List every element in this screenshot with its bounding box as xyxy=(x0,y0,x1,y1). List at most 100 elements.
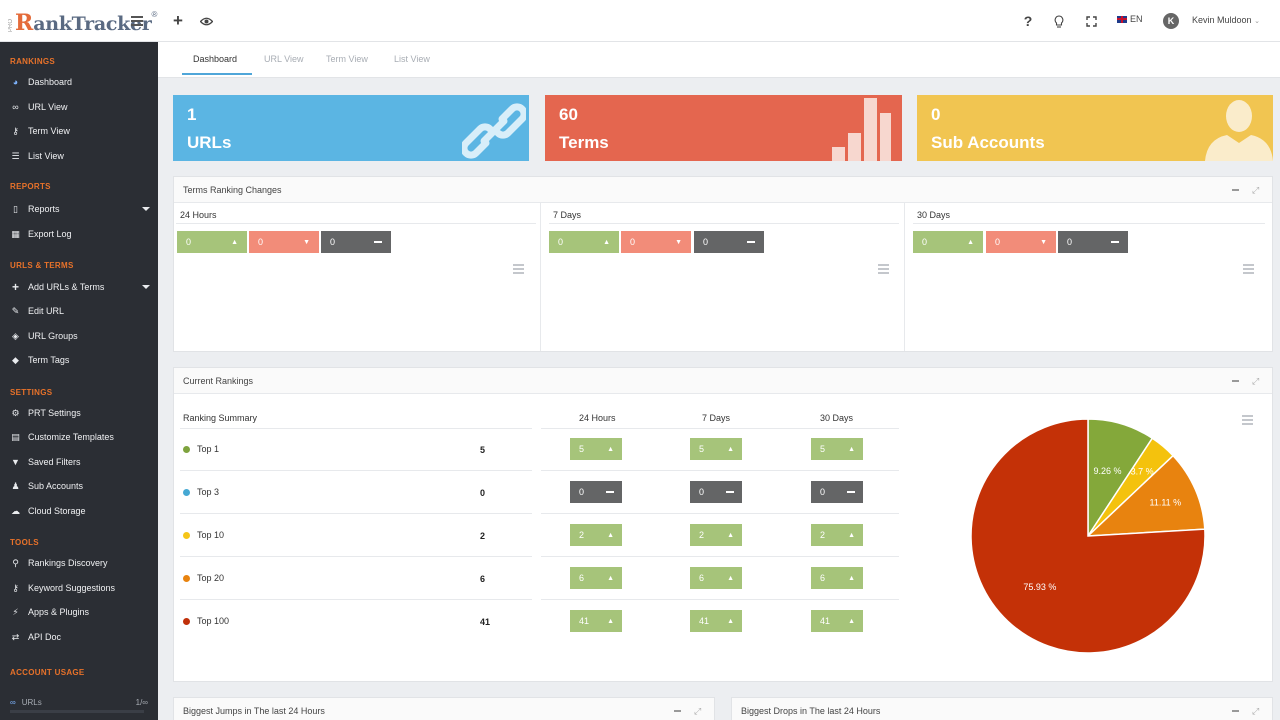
dash-icon xyxy=(847,481,855,503)
tier-d7-value: 0 xyxy=(699,487,705,497)
ranking-tier: Top 3 xyxy=(183,487,219,497)
sidebar-item-term-tags[interactable]: ◆ Term Tags xyxy=(0,350,158,370)
eye-icon[interactable] xyxy=(196,11,216,31)
arrow-up-icon: ▲ xyxy=(607,574,614,582)
ranking-down-button[interactable]: 0 ▼ xyxy=(621,231,691,253)
menu-icon[interactable] xyxy=(1243,264,1254,276)
tier-h24-value: 41 xyxy=(579,616,590,626)
minimize-icon[interactable] xyxy=(1232,189,1239,191)
arrow-up-icon: ▲ xyxy=(607,617,614,625)
sidebar-item-edit-url[interactable]: ✎ Edit URL xyxy=(0,301,158,321)
ranking-same-button[interactable]: 0 xyxy=(321,231,391,253)
ranking-down-button[interactable]: 0 ▼ xyxy=(986,231,1056,253)
ranking-same-button[interactable]: 0 xyxy=(694,231,764,253)
expand-icon[interactable]: ⤢ xyxy=(1252,706,1259,717)
tier-d30-button[interactable]: 41 ▲ xyxy=(811,610,863,632)
stat-card-sub-accounts[interactable]: 0 Sub Accounts xyxy=(917,95,1273,161)
user-name: Kevin Muldoon xyxy=(1192,15,1252,25)
sidebar-item-label: Term View xyxy=(28,126,70,136)
menu-icon[interactable] xyxy=(878,264,889,276)
sidebar-item-dashboard[interactable]: ◕ Dashboard xyxy=(0,72,158,92)
tier-d7-button[interactable]: 5 ▲ xyxy=(690,438,742,460)
hamburger-icon[interactable] xyxy=(127,11,147,31)
tier-d7-button[interactable]: 2 ▲ xyxy=(690,524,742,546)
sidebar-item-saved-filters[interactable]: ▼ Saved Filters xyxy=(0,452,158,472)
sidebar-item-url-view[interactable]: ∞ URL View xyxy=(0,97,158,117)
ranking-same-button[interactable]: 0 xyxy=(1058,231,1128,253)
tier-d7-button[interactable]: 0 xyxy=(690,481,742,503)
ranking-up-button[interactable]: 0 ▲ xyxy=(913,231,983,253)
tier-h24-button[interactable]: 0 xyxy=(570,481,622,503)
tier-d30-button[interactable]: 2 ▲ xyxy=(811,524,863,546)
tier-h24-button[interactable]: 5 ▲ xyxy=(570,438,622,460)
expand-icon[interactable]: ⤢ xyxy=(1252,376,1259,387)
tier-h24-button[interactable]: 41 ▲ xyxy=(570,610,622,632)
table-icon: ▦ xyxy=(11,228,20,239)
fullscreen-icon[interactable] xyxy=(1081,11,1101,31)
tier-color-dot xyxy=(183,574,190,582)
tier-h24-button[interactable]: 6 ▲ xyxy=(570,567,622,589)
sidebar-item-export-log[interactable]: ▦ Export Log xyxy=(0,224,158,244)
tier-h24-button[interactable]: 2 ▲ xyxy=(570,524,622,546)
panel-header: Current Rankings ⤢ xyxy=(174,368,1272,394)
tier-d30-button[interactable]: 6 ▲ xyxy=(811,567,863,589)
down-count: 0 xyxy=(630,237,636,247)
sidebar-item-label: URL View xyxy=(28,102,68,112)
exchange-icon: ⇄ xyxy=(11,631,20,642)
lightbulb-icon[interactable] xyxy=(1049,11,1069,31)
ranking-down-button[interactable]: 0 ▼ xyxy=(249,231,319,253)
sidebar-item-apps-plugins[interactable]: ⚡ Apps & Plugins xyxy=(0,602,158,622)
avatar[interactable]: K xyxy=(1163,13,1179,29)
expand-icon[interactable]: ⤢ xyxy=(1252,185,1259,196)
ranking-up-button[interactable]: 0 ▲ xyxy=(549,231,619,253)
menu-icon[interactable] xyxy=(513,264,524,276)
sidebar-item-list-view[interactable]: ☰ List View xyxy=(0,146,158,166)
sidebar-item-term-view[interactable]: ⚷ Term View xyxy=(0,121,158,141)
tier-d7-button[interactable]: 41 ▲ xyxy=(690,610,742,632)
tier-d30-button[interactable]: 0 xyxy=(811,481,863,503)
dash-icon xyxy=(747,231,755,253)
column-divider xyxy=(540,203,541,351)
question-icon[interactable]: ? xyxy=(1018,11,1038,31)
plus-icon[interactable]: + xyxy=(168,11,188,31)
sidebar-item-customize-templates[interactable]: ▤ Customize Templates xyxy=(0,427,158,447)
minimize-icon[interactable] xyxy=(1232,710,1239,712)
usage-urls: ∞ URLs 1/∞ xyxy=(10,698,148,707)
expand-icon[interactable]: ⤢ xyxy=(694,706,701,717)
sidebar-item-prt-settings[interactable]: ⚙ PRT Settings xyxy=(0,403,158,423)
divider xyxy=(180,513,532,514)
tier-d30-button[interactable]: 5 ▲ xyxy=(811,438,863,460)
stat-card-urls[interactable]: 1 URLs xyxy=(173,95,529,161)
sidebar-item-url-groups[interactable]: ◈ URL Groups xyxy=(0,326,158,346)
sidebar-item-cloud-storage[interactable]: ☁ Cloud Storage xyxy=(0,501,158,521)
sidebar-item-rankings-discovery[interactable]: ⚲ Rankings Discovery xyxy=(0,553,158,573)
link-icon: ∞ xyxy=(10,698,16,707)
divider xyxy=(913,223,1265,224)
minimize-icon[interactable] xyxy=(1232,380,1239,382)
sidebar-item-api-doc[interactable]: ⇄ API Doc xyxy=(0,627,158,647)
rankings-pie-chart: 9.26 % 3.7 % 11.11 % 75.93 % xyxy=(970,418,1206,654)
tab-url-view[interactable]: URL View xyxy=(264,54,304,64)
panel-title: Biggest Drops in The last 24 Hours xyxy=(741,706,881,716)
tab-term-view[interactable]: Term View xyxy=(326,54,368,64)
sidebar-item-keyword-suggestions[interactable]: ⚷ Keyword Suggestions xyxy=(0,578,158,598)
chart-menu-icon[interactable] xyxy=(1242,415,1253,427)
user-menu[interactable]: Kevin Muldoon ⌄ xyxy=(1192,15,1260,25)
pie-slice-label: 3.7 % xyxy=(1131,466,1154,476)
logo-pro-label: PRO xyxy=(8,18,14,32)
stat-card-terms[interactable]: 60 Terms xyxy=(545,95,902,161)
tier-d7-button[interactable]: 6 ▲ xyxy=(690,567,742,589)
stat-label: Terms xyxy=(559,133,609,152)
column-divider xyxy=(904,203,905,351)
sidebar-item-reports[interactable]: ▯ Reports xyxy=(0,199,158,219)
arrow-down-icon: ▼ xyxy=(675,238,682,246)
minimize-icon[interactable] xyxy=(674,710,681,712)
tab-dashboard[interactable]: Dashboard xyxy=(193,54,237,64)
col-header-30d: 30 Days xyxy=(820,413,854,423)
tier-d30-value: 5 xyxy=(820,444,826,454)
sidebar-item-add-urls-terms[interactable]: + Add URLs & Terms xyxy=(0,277,158,297)
language-selector[interactable]: EN xyxy=(1117,14,1143,24)
tab-list-view[interactable]: List View xyxy=(394,54,430,64)
ranking-up-button[interactable]: 0 ▲ xyxy=(177,231,247,253)
sidebar-item-sub-accounts[interactable]: ♟ Sub Accounts xyxy=(0,476,158,496)
